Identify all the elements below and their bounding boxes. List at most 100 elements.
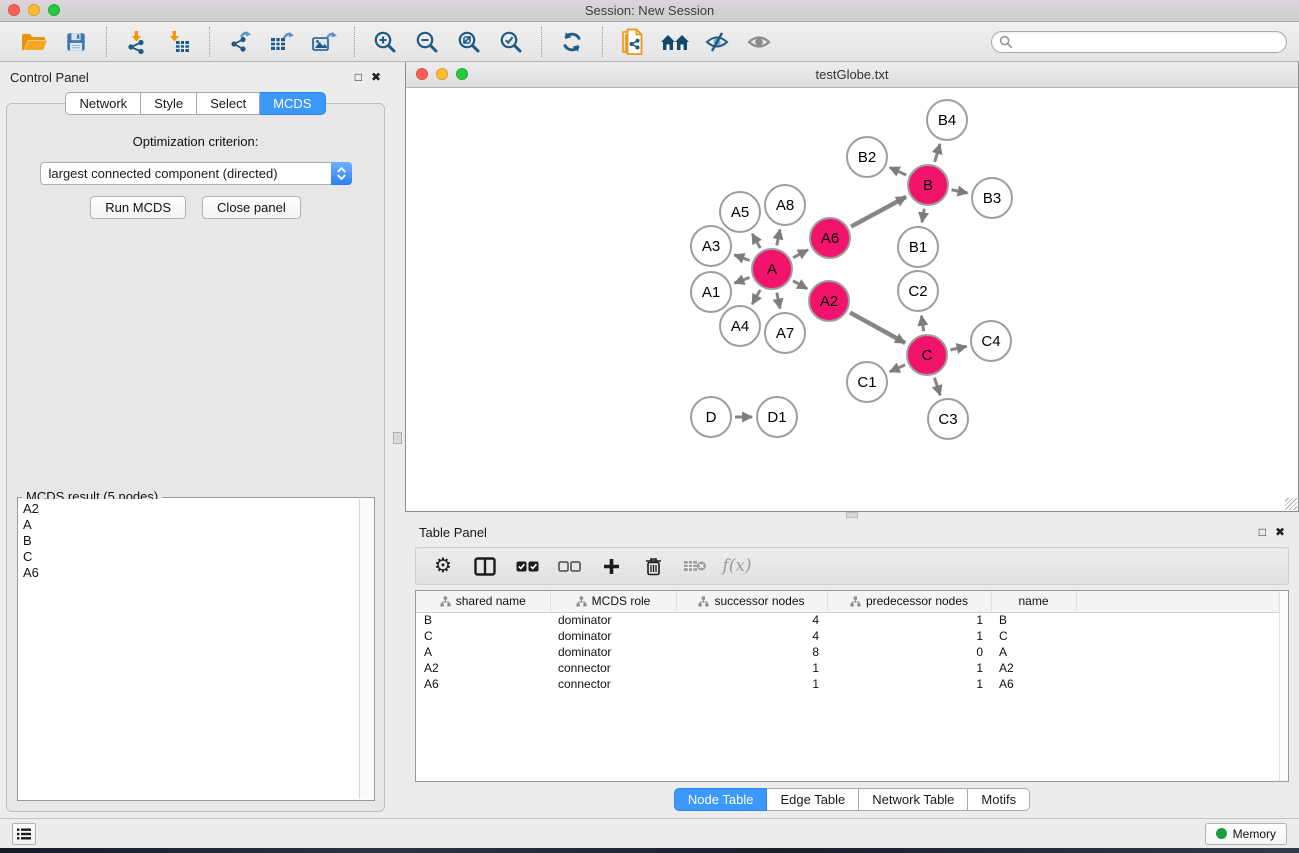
table-cell[interactable]: 1 [827, 660, 991, 676]
result-item[interactable]: C [23, 549, 355, 565]
tab-style[interactable]: Style [141, 92, 197, 115]
import-network-button[interactable] [119, 26, 155, 58]
minimize-network-button[interactable] [436, 68, 448, 80]
tab-node-table[interactable]: Node Table [674, 788, 768, 811]
minimize-window-button[interactable] [28, 4, 40, 16]
graph-node-D1[interactable]: D1 [756, 396, 798, 438]
table-cell[interactable]: A [991, 644, 1076, 660]
column-header-shared-name[interactable]: shared name [416, 591, 550, 612]
graph-node-A3[interactable]: A3 [690, 225, 732, 267]
edge-C-C1[interactable] [890, 365, 905, 372]
task-history-button[interactable] [12, 823, 36, 845]
table-cell[interactable]: 4 [676, 612, 827, 628]
table-cell[interactable]: 8 [676, 644, 827, 660]
table-cell[interactable]: 1 [827, 612, 991, 628]
result-scrollbar[interactable] [359, 499, 373, 799]
table-cell[interactable]: dominator [550, 612, 676, 628]
column-header-predecessor-nodes[interactable]: predecessor nodes [827, 591, 991, 612]
table-cell[interactable]: C [416, 628, 550, 644]
graph-node-A4[interactable]: A4 [719, 305, 761, 347]
zoom-in-button[interactable] [367, 26, 403, 58]
graph-node-C3[interactable]: C3 [927, 398, 969, 440]
table-row[interactable]: A2connector11A2 [416, 660, 1288, 676]
tab-network-table[interactable]: Network Table [859, 788, 968, 811]
export-network-button[interactable] [222, 26, 258, 58]
table-row[interactable]: Bdominator41B [416, 612, 1288, 628]
table-cell[interactable]: 4 [676, 628, 827, 644]
tab-network[interactable]: Network [65, 92, 141, 115]
edge-B-B4[interactable] [935, 144, 940, 162]
table-cell[interactable]: A2 [416, 660, 550, 676]
horizontal-splitter[interactable] [405, 512, 1299, 519]
table-row[interactable]: Adominator80A [416, 644, 1288, 660]
hide-graphics-button[interactable] [699, 26, 735, 58]
vertical-splitter[interactable] [391, 62, 405, 818]
network-file-button[interactable] [615, 26, 651, 58]
delete-column-button[interactable] [636, 551, 670, 581]
memory-button[interactable]: Memory [1205, 823, 1287, 845]
edge-C-C4[interactable] [950, 346, 966, 350]
graph-node-C1[interactable]: C1 [846, 361, 888, 403]
zoom-out-button[interactable] [409, 26, 445, 58]
import-table-button[interactable] [161, 26, 197, 58]
table-cell[interactable]: 1 [827, 676, 991, 692]
table-cell[interactable]: dominator [550, 644, 676, 660]
edge-B-B3[interactable] [952, 190, 968, 193]
graph-node-B1[interactable]: B1 [897, 226, 939, 268]
show-graphics-button[interactable] [741, 26, 777, 58]
edge-A-A5[interactable] [752, 234, 760, 248]
graph-node-A7[interactable]: A7 [764, 312, 806, 354]
graph-node-A8[interactable]: A8 [764, 184, 806, 226]
export-image-button[interactable] [306, 26, 342, 58]
result-item[interactable]: B [23, 533, 355, 549]
graph-node-C2[interactable]: C2 [897, 270, 939, 312]
save-button[interactable] [58, 26, 94, 58]
search-input[interactable] [991, 31, 1287, 53]
zoom-window-button[interactable] [48, 4, 60, 16]
result-item[interactable]: A2 [23, 501, 355, 517]
graph-node-B4[interactable]: B4 [926, 99, 968, 141]
table-cell[interactable]: connector [550, 660, 676, 676]
network-window-titlebar[interactable]: testGlobe.txt [406, 62, 1298, 88]
show-columns-button[interactable] [468, 551, 502, 581]
graph-node-C[interactable]: C [906, 334, 948, 376]
delete-table-button[interactable] [678, 551, 712, 581]
close-network-button[interactable] [416, 68, 428, 80]
edge-A-A7[interactable] [777, 293, 780, 309]
mcds-result-list[interactable]: A2ABCA6 [19, 499, 359, 799]
graph-node-A5[interactable]: A5 [719, 191, 761, 233]
column-header-MCDS-role[interactable]: MCDS role [550, 591, 676, 612]
tab-motifs[interactable]: Motifs [968, 788, 1030, 811]
edge-A-A3[interactable] [734, 255, 749, 261]
table-cell[interactable]: A6 [991, 676, 1076, 692]
zoom-network-button[interactable] [456, 68, 468, 80]
edge-B-B1[interactable] [922, 209, 924, 223]
zoom-selected-button[interactable] [493, 26, 529, 58]
table-cell[interactable]: 0 [827, 644, 991, 660]
float-table-panel-button[interactable]: □ [1259, 526, 1266, 538]
zoom-fit-button[interactable] [451, 26, 487, 58]
close-table-panel-button[interactable]: ✖ [1275, 526, 1285, 538]
graph-node-C4[interactable]: C4 [970, 320, 1012, 362]
graph-node-D[interactable]: D [690, 396, 732, 438]
graph-node-B2[interactable]: B2 [846, 136, 888, 178]
result-item[interactable]: A [23, 517, 355, 533]
edge-A6-B[interactable] [851, 197, 906, 227]
graph-node-B3[interactable]: B3 [971, 177, 1013, 219]
close-panel-button-2[interactable]: Close panel [202, 196, 301, 219]
table-cell[interactable]: 1 [676, 660, 827, 676]
edge-A-A1[interactable] [734, 277, 749, 283]
table-row[interactable]: Cdominator41C [416, 628, 1288, 644]
tab-edge-table[interactable]: Edge Table [767, 788, 859, 811]
column-header-successor-nodes[interactable]: successor nodes [676, 591, 827, 612]
table-cell[interactable]: A [416, 644, 550, 660]
edge-A2-C[interactable] [850, 313, 905, 343]
refresh-button[interactable] [554, 26, 590, 58]
graph-node-B[interactable]: B [907, 164, 949, 206]
edge-B-B2[interactable] [890, 167, 906, 175]
table-row[interactable]: A6connector11A6 [416, 676, 1288, 692]
edge-A-A8[interactable] [777, 229, 780, 245]
splitter-grip[interactable] [846, 512, 858, 518]
function-builder-button[interactable]: f(x) [720, 551, 754, 581]
table-cell[interactable]: 1 [676, 676, 827, 692]
